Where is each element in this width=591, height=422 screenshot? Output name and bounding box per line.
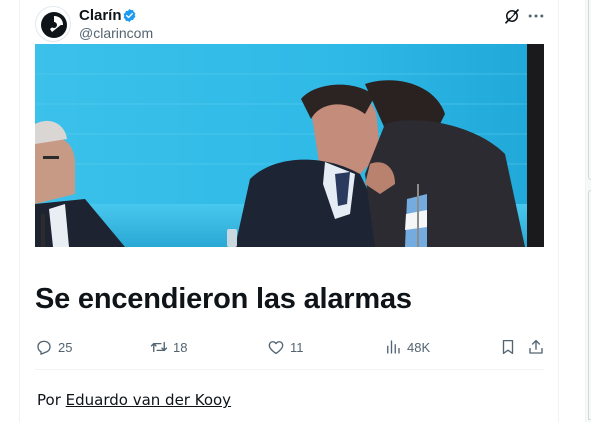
reply-icon	[37, 340, 51, 355]
bookmark-button[interactable]	[499, 337, 517, 357]
reply-count: 25	[58, 339, 73, 355]
author-handle[interactable]: @clarincom	[79, 25, 153, 41]
reply-button[interactable]: 25	[35, 337, 72, 357]
byline-prefix: Por	[37, 391, 61, 409]
timeline-border-left	[19, 0, 20, 422]
heart-icon	[268, 341, 284, 355]
bookmark-icon	[502, 339, 514, 355]
verified-badge-icon	[123, 8, 136, 23]
tweet-media-photo[interactable]	[35, 44, 544, 247]
retweet-count: 18	[173, 339, 188, 355]
grok-icon[interactable]	[503, 7, 521, 25]
avatar[interactable]	[35, 6, 71, 42]
views-count: 48K	[407, 339, 431, 355]
like-count: 11	[290, 339, 304, 355]
like-button[interactable]: 11	[267, 337, 304, 357]
author-name[interactable]: Clarín	[79, 7, 122, 24]
retweet-button[interactable]: 18	[150, 337, 187, 357]
timeline-border-right	[558, 0, 559, 422]
byline-author-link[interactable]: Eduardo van der Kooy	[66, 391, 231, 409]
article-headline[interactable]: Se encendieron las alarmas	[35, 283, 412, 316]
share-icon	[529, 339, 543, 354]
retweet-icon	[150, 341, 168, 353]
share-button[interactable]	[527, 337, 545, 357]
more-icon[interactable]	[526, 6, 546, 26]
clarin-logo-icon	[41, 12, 67, 38]
press-conference-photo	[35, 44, 544, 247]
views-button[interactable]: 48K	[384, 337, 430, 357]
views-icon	[387, 340, 400, 354]
divider	[35, 369, 544, 370]
article-byline: Por Eduardo van der Kooy	[37, 391, 231, 409]
